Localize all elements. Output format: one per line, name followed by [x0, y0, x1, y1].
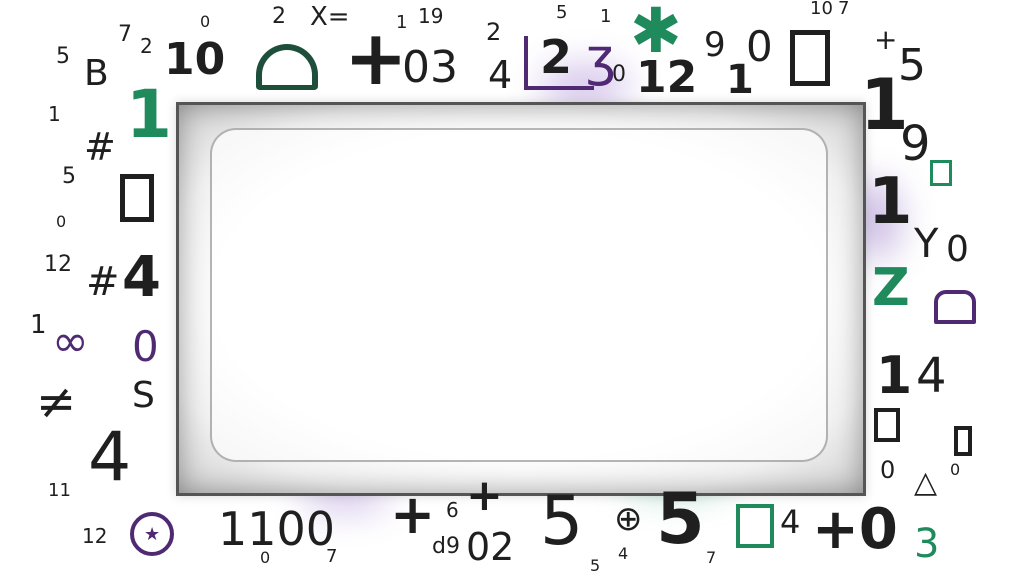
green-box [930, 160, 952, 186]
big-digit: 5 [540, 482, 584, 561]
digit: 2 [486, 18, 502, 46]
hash-mark: ⊕ [614, 499, 643, 539]
digit: 5 [56, 44, 70, 69]
big-digit: 4 [122, 245, 161, 310]
digit: 0 [200, 12, 211, 31]
digit: 5 [62, 164, 76, 189]
digit: 4 [780, 503, 801, 541]
plus-sign: + [390, 483, 436, 546]
big-digit: 4 [88, 418, 132, 497]
letter: Y [914, 221, 939, 267]
digit: 9 [704, 25, 726, 65]
box-shape [790, 30, 830, 86]
box-shape [954, 426, 972, 456]
green-digit: 3 [914, 521, 940, 567]
hash-mark: ≠ [36, 374, 77, 430]
digit: 0 [946, 229, 969, 270]
hash-mark: # [86, 259, 120, 305]
digits: 19 [418, 4, 444, 28]
digit: 0 [746, 22, 773, 71]
box-shape [874, 408, 900, 442]
digit: 7 [838, 0, 850, 19]
big-digits: 10 [164, 34, 226, 85]
digits: d9 [432, 534, 460, 559]
digit: 0 [612, 62, 626, 87]
digit: 4 [916, 348, 947, 404]
green-star: ✱ [630, 0, 682, 67]
digit: 6 [446, 498, 459, 522]
purple-loop: ∞ [52, 316, 89, 367]
digit: 4 [488, 53, 513, 97]
box-shape [120, 174, 154, 222]
digits: 03 [402, 42, 458, 93]
digit: 1 [600, 6, 612, 27]
big-digit: 5 [656, 478, 705, 560]
digit: 5 [590, 556, 601, 575]
digit: 0 [56, 212, 67, 231]
digit: 7 [706, 548, 717, 567]
digit: 0 [260, 548, 271, 567]
digit: 7 [118, 22, 132, 47]
big-digits: 1100 [218, 502, 336, 556]
green-letter: Z [872, 258, 910, 318]
purple-digit: 0 [132, 322, 159, 371]
digit: 1 [48, 102, 61, 126]
digit: 2 [540, 30, 573, 84]
frame-blank-area [210, 128, 828, 462]
plus-sign: + [874, 23, 898, 56]
big-digit: 1 [876, 346, 913, 406]
digits: 11 [48, 480, 71, 501]
digits: 02 [466, 525, 515, 569]
letter: B [84, 53, 109, 94]
sketch-scene: 2 X= 0 7 2 10 + 03 4 1 19 2 2 ʒ 5 0 12 ✱… [0, 0, 1024, 576]
digit: 0 [950, 460, 961, 479]
digit: 2 [140, 34, 153, 58]
hash-mark: # [84, 125, 116, 169]
digits: 12 [82, 524, 108, 548]
digits: 12 [44, 252, 72, 277]
digits: 10 [810, 0, 833, 19]
digit: 0 [880, 456, 896, 484]
purple-box [934, 290, 976, 324]
digit: 2 [272, 4, 286, 29]
triangle-shape: △ [914, 465, 938, 500]
digit: 7 [326, 546, 338, 567]
digit: 4 [618, 544, 629, 563]
arch-shape [256, 44, 318, 90]
digit: 1 [396, 12, 408, 33]
green-digit: 1 [126, 76, 172, 153]
big-digits: +0 [812, 497, 898, 562]
big-digit: 1 [868, 165, 913, 239]
digit: 9 [900, 116, 931, 172]
plus-sign: + [466, 470, 503, 521]
digit: 5 [556, 2, 568, 23]
purple-star: ★ [144, 524, 161, 545]
digit: 1 [30, 310, 47, 340]
letter: S [132, 375, 155, 416]
green-box [736, 504, 774, 548]
